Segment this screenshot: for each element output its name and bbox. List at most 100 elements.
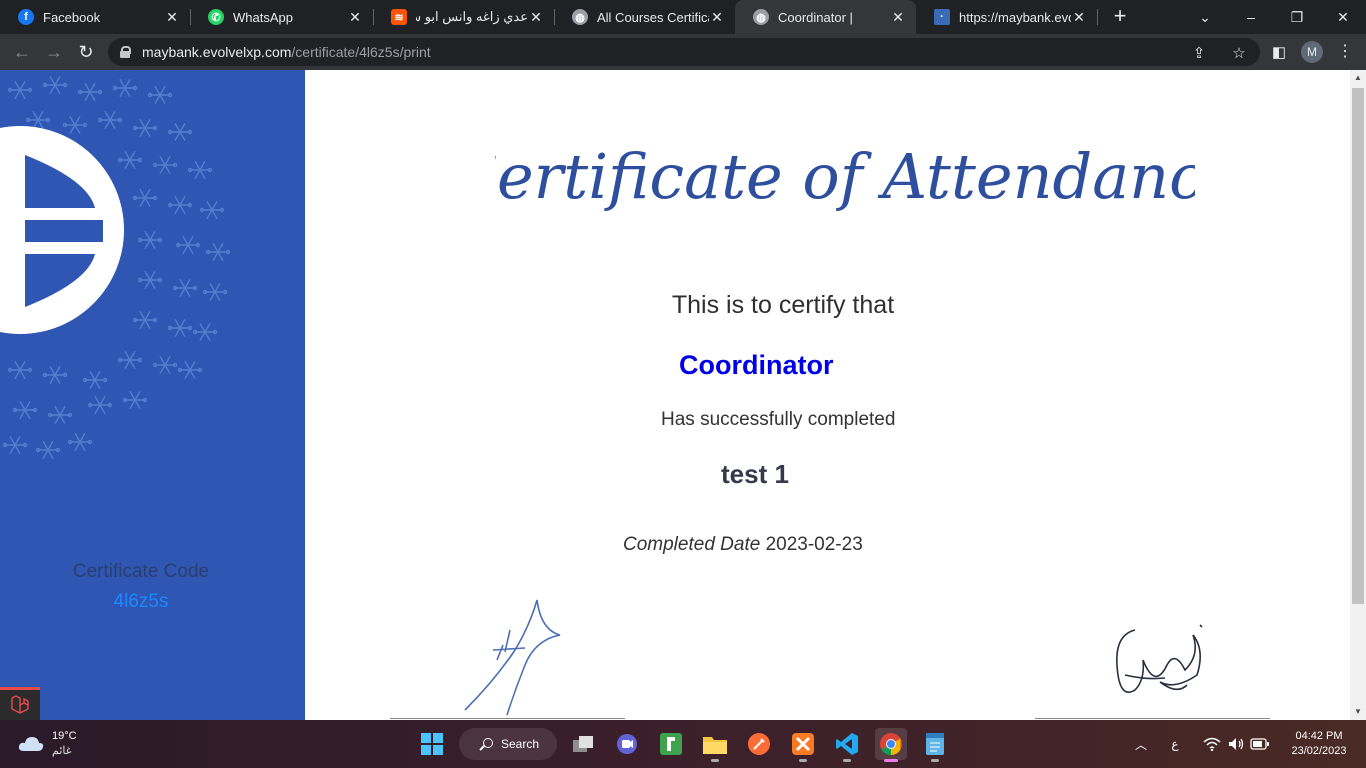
tab-strip: f Facebook ✕ ✆ WhatsApp ✕ ≋ عدي زاغه وان… — [0, 0, 1366, 34]
xampp-button[interactable] — [787, 728, 819, 762]
certificate-code-value: 4l6z5s — [113, 591, 169, 612]
folder-icon — [703, 737, 727, 754]
globe-icon: ◍ — [572, 9, 588, 25]
close-icon[interactable]: ✕ — [890, 9, 906, 26]
maybank-logo — [0, 126, 124, 334]
page-icon: · — [934, 9, 950, 25]
chrome-button[interactable] — [875, 728, 907, 762]
start-button[interactable] — [416, 728, 448, 760]
reload-button[interactable]: ↻ — [74, 40, 98, 64]
notepad-icon — [926, 733, 944, 755]
task-view-button[interactable] — [567, 728, 599, 760]
teams-chat-icon — [617, 734, 637, 754]
weather-widget[interactable]: 19°C غائم — [18, 729, 77, 759]
restore-button[interactable]: ❐ — [1274, 0, 1320, 34]
system-clock[interactable]: 04:42 PM 23/02/2023 — [1280, 729, 1358, 759]
url-host: maybank.evolvelxp.com — [142, 44, 292, 60]
windows-taskbar: 19°C غائم Search ︿ ع 04:42 PM 23/02/2023 — [0, 720, 1366, 768]
tab-maybank-url[interactable]: · https://maybank.evolve ✕ — [916, 0, 1097, 34]
back-button[interactable]: ← — [10, 40, 34, 64]
certificate-code-label: Certificate Code — [72, 561, 210, 582]
signature-left — [464, 599, 561, 716]
lock-icon[interactable] — [120, 46, 131, 58]
scroll-up-arrow-icon[interactable]: ▲ — [1350, 70, 1366, 86]
tab-all-courses-certificate[interactable]: ◍ All Courses Certificate ✕ — [554, 0, 735, 34]
scroll-down-arrow-icon[interactable]: ▼ — [1350, 704, 1366, 720]
battery-icon[interactable] — [1249, 720, 1271, 768]
task-view-icon — [573, 736, 593, 752]
search-icon — [483, 738, 493, 748]
running-indicator — [884, 759, 898, 762]
minimize-button[interactable]: – — [1228, 0, 1274, 34]
certificate-side-panel: Certificate Code 4l6z5s — [0, 70, 305, 720]
language-indicator[interactable]: ع — [1166, 720, 1184, 768]
course-name: test 1 — [721, 459, 789, 489]
vscode-icon — [836, 733, 858, 755]
file-explorer-button[interactable] — [699, 728, 731, 762]
certificate-title: Certificate of Attendance — [495, 140, 1195, 213]
sublime-app-button[interactable] — [655, 728, 687, 760]
laravel-debug-icon[interactable] — [0, 687, 40, 720]
tab-title: https://maybank.evolve — [959, 9, 1071, 25]
tab-divider — [1097, 9, 1098, 25]
postman-button[interactable] — [743, 728, 775, 760]
page-scrollbar[interactable]: ▲ ▼ — [1350, 70, 1366, 720]
show-hidden-icons-chevron-icon[interactable]: ︿ — [1130, 720, 1152, 768]
running-indicator — [843, 759, 851, 762]
wifi-icon[interactable] — [1200, 720, 1224, 768]
signature-right — [1116, 624, 1203, 693]
forward-button[interactable]: → — [42, 40, 66, 64]
vscode-button[interactable] — [831, 728, 863, 762]
share-icon[interactable]: ⇪ — [1190, 45, 1208, 63]
facebook-icon: f — [18, 9, 34, 25]
windows-icon — [421, 733, 443, 755]
address-bar[interactable]: maybank.evolvelxp.com/certificate/4l6z5s… — [108, 38, 1260, 66]
chrome-icon — [880, 733, 902, 755]
teams-chat-button[interactable] — [611, 728, 643, 760]
whatsapp-icon: ✆ — [208, 9, 224, 25]
cloud-icon — [18, 737, 44, 751]
close-icon[interactable]: ✕ — [1071, 9, 1087, 26]
green-app-icon — [660, 733, 682, 755]
bookmark-star-icon[interactable]: ☆ — [1230, 45, 1248, 63]
completed-date: Completed Date 2023-02-23 — [623, 534, 863, 556]
tab-title: عدي زاغه وانس ابو سنينة — [416, 9, 528, 24]
profile-avatar[interactable]: M — [1301, 41, 1323, 63]
browser-toolbar: ← → ↻ maybank.evolvelxp.com/certificate/… — [0, 34, 1366, 70]
more-menu-icon[interactable]: ⋮ — [1336, 41, 1354, 63]
taskbar-search[interactable]: Search — [459, 728, 557, 760]
tab-title: WhatsApp — [233, 9, 293, 25]
close-icon[interactable]: ✕ — [164, 9, 180, 26]
close-icon[interactable]: ✕ — [709, 9, 725, 26]
tab-title: Facebook — [43, 9, 101, 25]
close-window-button[interactable]: ✕ — [1320, 0, 1366, 34]
running-indicator — [931, 759, 939, 762]
tab-search-button[interactable]: ⌄ — [1182, 0, 1228, 34]
recipient-name: Coordinator — [679, 350, 834, 380]
volume-icon[interactable] — [1225, 720, 1247, 768]
weather-temperature: 19°C — [52, 730, 77, 742]
postman-icon — [748, 733, 770, 755]
xampp-icon — [792, 733, 814, 755]
tab-whatsapp[interactable]: ✆ WhatsApp ✕ — [190, 0, 373, 34]
certify-text: This is to certify that — [671, 291, 895, 319]
url-path: /certificate/4l6z5s/print — [291, 44, 431, 60]
signature-line-left — [390, 718, 625, 719]
running-indicator — [799, 759, 807, 762]
running-indicator — [711, 759, 719, 762]
notepad-button[interactable] — [919, 728, 951, 762]
tab-title: Coordinator | — [778, 9, 853, 25]
soundcloud-icon: ≋ — [391, 9, 407, 25]
tab-soundcloud[interactable]: ≋ عدي زاغه وانس ابو سنينة ✕ — [373, 0, 554, 34]
close-icon[interactable]: ✕ — [528, 9, 544, 26]
close-icon[interactable]: ✕ — [347, 9, 363, 26]
tab-coordinator[interactable]: ◍ Coordinator | ✕ — [735, 0, 916, 34]
completed-date-label: Completed Date — [623, 534, 761, 555]
side-panel-icon[interactable]: ◧ — [1270, 44, 1288, 62]
scroll-thumb[interactable] — [1352, 88, 1364, 604]
tab-title: All Courses Certificate — [597, 9, 709, 25]
globe-icon: ◍ — [753, 9, 769, 25]
tab-facebook[interactable]: f Facebook ✕ — [0, 0, 190, 34]
new-tab-button[interactable]: + — [1108, 5, 1132, 29]
page-viewport: Certificate Code 4l6z5s Certificate of A… — [0, 70, 1350, 720]
